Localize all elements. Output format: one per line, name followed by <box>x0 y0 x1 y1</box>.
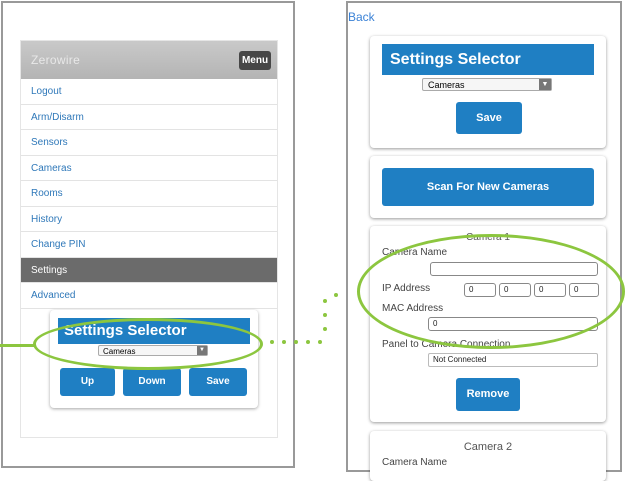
remove-button[interactable]: Remove <box>456 378 520 411</box>
menu-item-settings[interactable]: Settings <box>21 257 277 283</box>
callout-line <box>0 344 36 347</box>
connection-status-field: Not Connected <box>428 353 598 367</box>
save-button[interactable]: Save <box>456 102 522 134</box>
menu-item-advanced[interactable]: Advanced <box>21 283 277 309</box>
connector-dot <box>323 299 327 303</box>
scan-card: Scan For New Cameras <box>370 156 606 218</box>
menu-item-sensors[interactable]: Sensors <box>21 130 277 156</box>
connector-dot <box>323 327 327 331</box>
connector-dot <box>334 293 338 297</box>
connector-dot <box>306 340 310 344</box>
app-brand: Zerowire <box>31 53 81 67</box>
menu-item-cameras[interactable]: Cameras <box>21 156 277 181</box>
camera-2-heading: Camera 2 <box>463 441 513 453</box>
menu-item-history[interactable]: History <box>21 207 277 232</box>
down-button[interactable]: Down <box>123 368 181 396</box>
dropdown-arrow-icon: ▼ <box>539 79 551 90</box>
settings-select[interactable]: Cameras ▼ <box>422 78 552 91</box>
highlight-ellipse-left <box>33 318 263 370</box>
menu-item-change-pin[interactable]: Change PIN <box>21 232 277 258</box>
scan-for-new-cameras-button[interactable]: Scan For New Cameras <box>382 168 594 206</box>
menu-button[interactable]: Menu <box>239 51 271 70</box>
menu-item-logout[interactable]: Logout <box>21 79 277 105</box>
connector-dot <box>294 340 298 344</box>
back-link[interactable]: Back <box>348 10 375 24</box>
settings-selector-title: Settings Selector <box>382 44 594 75</box>
camera-2-card: Camera 2 Camera Name <box>370 431 606 481</box>
up-button[interactable]: Up <box>60 368 115 396</box>
connector-dot <box>323 313 327 317</box>
menu-item-rooms[interactable]: Rooms <box>21 181 277 207</box>
highlight-ellipse-right <box>357 234 625 349</box>
menu-header: Zerowire Menu <box>21 41 277 79</box>
right-settings-selector-card: Settings Selector Cameras ▼ Save <box>370 36 606 148</box>
camera-2-name-label: Camera Name <box>382 457 448 468</box>
connector-dot <box>318 340 322 344</box>
menu-item-arm-disarm[interactable]: Arm/Disarm <box>21 105 277 130</box>
connector-dot <box>282 340 286 344</box>
settings-select-value: Cameras <box>428 80 465 90</box>
save-button[interactable]: Save <box>189 368 247 396</box>
connector-dot <box>270 340 274 344</box>
